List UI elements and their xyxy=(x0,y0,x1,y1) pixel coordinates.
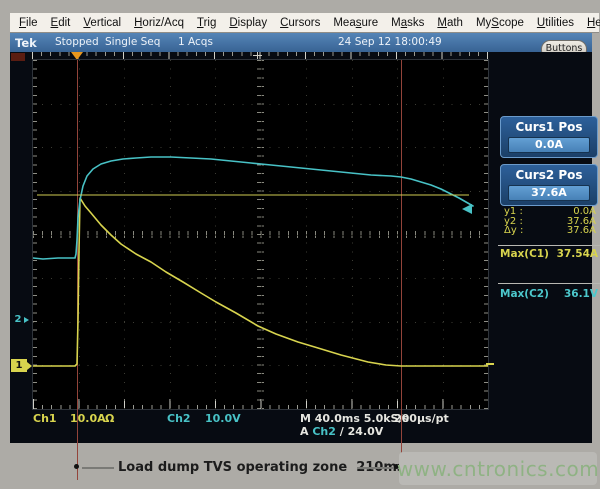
ch1-label: Ch1 xyxy=(33,412,57,425)
acquisition-count: 1 Acqs xyxy=(178,36,213,48)
annotation-right-dash xyxy=(357,467,393,469)
watermark: www.cntronics.com xyxy=(399,452,597,485)
datetime: 24 Sep 12 18:00:49 xyxy=(338,36,442,48)
menu-item-edit[interactable]: Edit xyxy=(51,17,71,29)
curs2-pos-title: Curs2 Pos xyxy=(501,168,597,182)
trigger-source: Ch2 xyxy=(312,425,336,438)
curs2-pos-value[interactable]: 37.6A xyxy=(508,185,590,201)
measurement-label: Max(C1) xyxy=(500,248,549,260)
cursor-readout-row: Δy : 37.6A xyxy=(504,226,596,236)
measurement-value: 37.54A xyxy=(557,248,598,260)
ch2-scale[interactable]: 10.0V xyxy=(205,412,241,425)
menu-item-cursors[interactable]: Cursors xyxy=(280,17,320,29)
menu-item-myscope[interactable]: MyScope xyxy=(476,17,524,29)
trigger-slope-icon: ∕ xyxy=(340,425,344,438)
menu-item-help[interactable]: Help xyxy=(587,17,600,29)
sample-resolution-readout: 200µs/pt xyxy=(394,412,449,425)
tek-logo: Tek xyxy=(15,36,37,50)
cursor-panel: Curs1 Pos 0.0A Curs2 Pos 37.6A y1 :0.0Ay… xyxy=(498,112,600,477)
ch2-voltage-trace xyxy=(33,157,473,259)
menu-item-trig[interactable]: Trig xyxy=(197,17,216,29)
measurement-label: Max(C2) xyxy=(500,288,549,300)
measurement-max-c1: Max(C1) 37.54A xyxy=(500,248,598,260)
curs1-pos-title: Curs1 Pos xyxy=(501,120,597,134)
menu-item-utilities[interactable]: Utilities xyxy=(537,17,574,29)
curs2-pos-box: Curs2 Pos 37.6A xyxy=(500,164,598,206)
scope-display: Ch1 10.0A Ω Ch2 10.0V M 40.0ms 5.0kS/s 2… xyxy=(10,52,592,443)
annotation-left-dot xyxy=(74,464,79,469)
cursor-readout-label: Δy : xyxy=(504,226,523,236)
ch1-position-marker[interactable]: 1 xyxy=(11,359,27,372)
ch1-current-trace xyxy=(33,198,488,366)
timebase-readout: M 40.0ms 5.0kS/s xyxy=(300,412,409,425)
measurement-max-c2: Max(C2) 36.1V xyxy=(500,288,598,300)
ch1-scale[interactable]: 10.0A xyxy=(70,412,106,425)
acquisition-status: Stopped xyxy=(55,36,99,48)
oscilloscope-screenshot: File Edit Vertical Horiz/Acq Trig Display Curs… xyxy=(0,0,600,489)
ch1-ground-right-tick xyxy=(486,363,494,365)
ch2-position-marker[interactable]: 2 xyxy=(13,313,23,326)
measurement-value: 36.1V xyxy=(564,288,598,300)
curs1-pos-value[interactable]: 0.0A xyxy=(508,137,590,153)
menu-item-measure[interactable]: Measure xyxy=(333,17,378,29)
bezel-decor xyxy=(11,53,25,61)
curs1-pos-box: Curs1 Pos 0.0A xyxy=(500,116,598,158)
graticule xyxy=(32,59,489,410)
menu-item-math[interactable]: Math xyxy=(437,17,463,29)
trigger-prefix: A xyxy=(300,425,309,438)
panel-separator xyxy=(498,245,600,246)
panel-separator xyxy=(498,283,600,284)
trigger-readout: A Ch2 ∕ 24.0V xyxy=(300,425,383,438)
cursor-readout-block: y1 :0.0Ay2 :37.6AΔy :37.6A xyxy=(504,207,596,236)
ruler-center-cross xyxy=(257,52,258,59)
cursor-readout-value: 37.6A xyxy=(567,226,596,236)
ch1-coupling: Ω xyxy=(105,412,114,425)
waveform-svg xyxy=(33,60,488,409)
status-bar: Tek Stopped Single Seq 1 Acqs 24 Sep 12 … xyxy=(10,33,592,52)
menu-bar: File Edit Vertical Horiz/Acq Trig Display Curs… xyxy=(10,13,599,33)
menu-item-horizacq[interactable]: Horiz/Acq xyxy=(134,17,184,29)
menu-item-display[interactable]: Display xyxy=(229,17,267,29)
menu-item-file[interactable]: File xyxy=(19,17,38,29)
annotation-text: Load dump TVS operating zone 210ms xyxy=(118,460,363,475)
trigger-level: 24.0V xyxy=(348,425,384,438)
annotation-left-dash xyxy=(82,467,114,469)
menu-item-vertical[interactable]: Vertical xyxy=(83,17,121,29)
trace-end-arrow-icon xyxy=(462,204,472,214)
menu-item-masks[interactable]: Masks xyxy=(391,17,424,29)
acquisition-mode: Single Seq xyxy=(105,36,160,48)
ch2-label: Ch2 xyxy=(167,412,191,425)
